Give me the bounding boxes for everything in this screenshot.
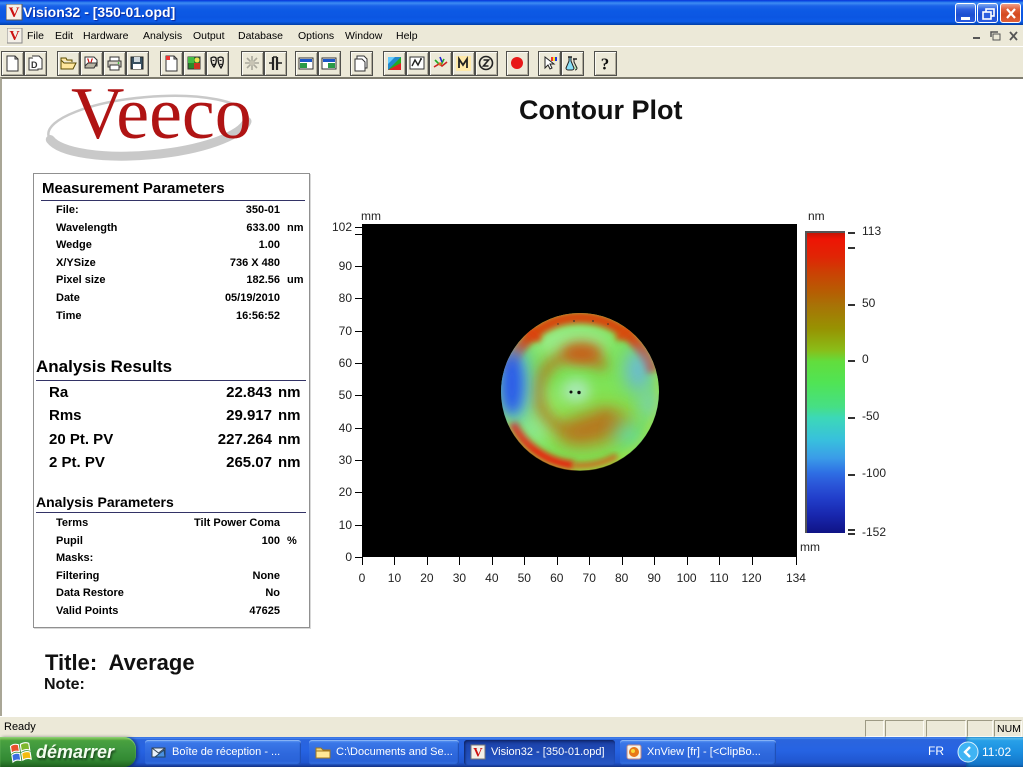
svg-text:V: V (9, 29, 19, 44)
svg-text:?: ? (601, 55, 610, 72)
svg-text:Veeco: Veeco (71, 82, 252, 155)
svg-text:D: D (31, 60, 38, 70)
svg-text:V: V (473, 745, 483, 760)
svg-text:V: V (9, 5, 20, 21)
